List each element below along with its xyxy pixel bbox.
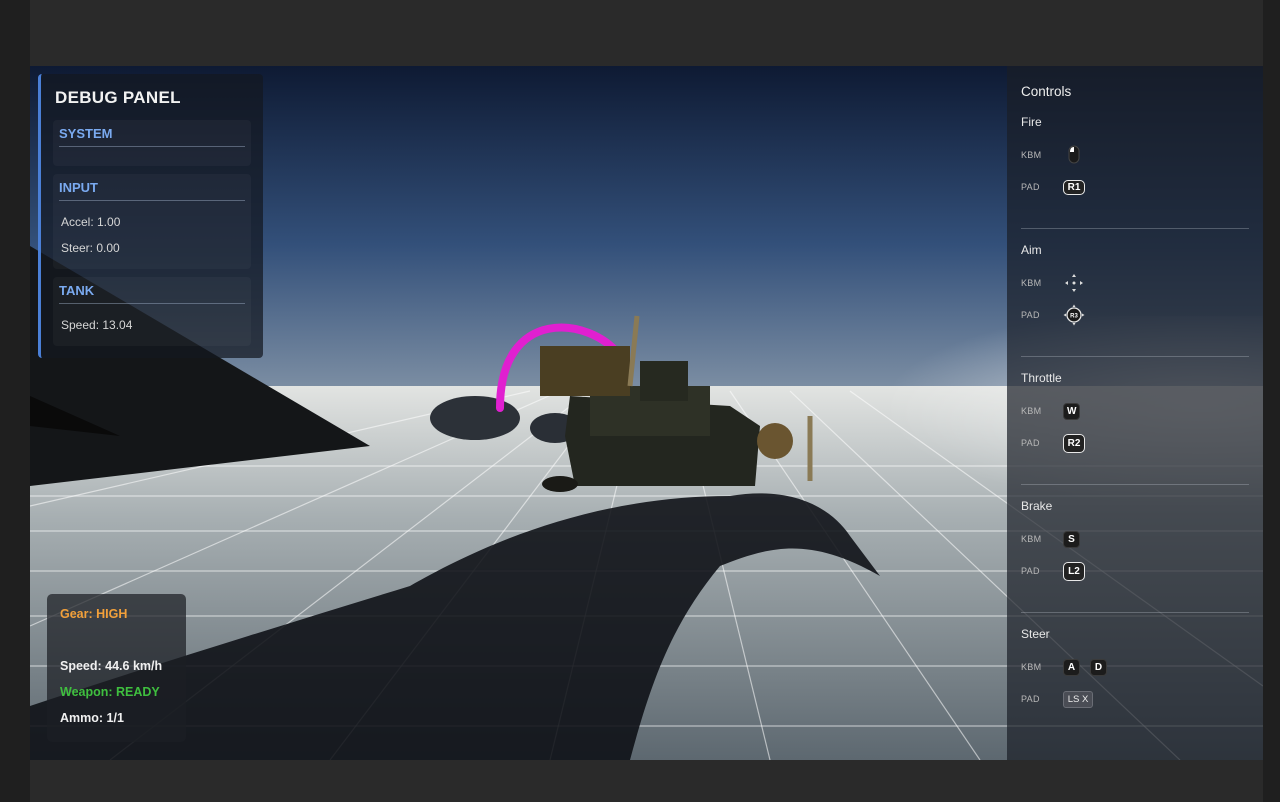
- control-name: Brake: [1021, 499, 1053, 513]
- device-label: KBM: [1021, 406, 1042, 416]
- binding-kbm: KBM S: [1021, 523, 1249, 555]
- speed-readout: Speed: 44.6 km/h: [60, 659, 163, 673]
- binding-kbm: KBM A D: [1021, 651, 1249, 683]
- control-throttle: Throttle KBM W PAD R2: [1021, 371, 1249, 485]
- binding-kbm: KBM: [1021, 139, 1249, 171]
- window-frame-left: [0, 0, 30, 802]
- dome-prop: [430, 396, 520, 440]
- device-label: PAD: [1021, 438, 1040, 448]
- pad-button-r1: R1: [1063, 179, 1085, 195]
- binding-pad: PAD L2: [1021, 555, 1249, 587]
- control-brake: Brake KBM S PAD L2: [1021, 499, 1249, 613]
- binding-kbm: KBM: [1021, 267, 1249, 299]
- left-stick-x-axis: LS X: [1063, 690, 1093, 708]
- binding-kbm: KBM W: [1021, 395, 1249, 427]
- binding-pad: PAD R1: [1021, 171, 1249, 203]
- control-aim: Aim KBM PAD R3: [1021, 243, 1249, 357]
- debug-panel: DEBUG PANEL SYSTEM INPUT Accel: 1.00 Ste…: [38, 74, 263, 358]
- device-label: KBM: [1021, 662, 1042, 672]
- ammo-readout: Ammo: 1/1: [60, 711, 124, 725]
- key-d: D: [1090, 658, 1107, 676]
- mouse-left-click-icon: [1068, 145, 1080, 164]
- gear-readout: Gear: HIGH: [60, 607, 128, 621]
- debug-section-title: INPUT: [59, 180, 245, 201]
- weapon-status: Weapon: READY: [60, 685, 160, 699]
- key-s: S: [1063, 530, 1080, 548]
- debug-section-title: SYSTEM: [59, 126, 245, 147]
- device-label: PAD: [1021, 566, 1040, 576]
- control-fire: Fire KBM PAD R1: [1021, 115, 1249, 229]
- device-label: KBM: [1021, 534, 1042, 544]
- binding-pad: PAD R2: [1021, 427, 1249, 459]
- debug-section-tank: TANK Speed: 13.04: [53, 277, 251, 346]
- key-w: W: [1063, 402, 1081, 420]
- binding-pad: PAD LS X: [1021, 683, 1249, 715]
- game-viewport[interactable]: DEBUG PANEL SYSTEM INPUT Accel: 1.00 Ste…: [30, 66, 1263, 760]
- device-label: PAD: [1021, 310, 1040, 320]
- binding-pad: PAD R3: [1021, 299, 1249, 331]
- debug-accel-value: Accel: 1.00: [61, 215, 121, 229]
- debug-speed-value: Speed: 13.04: [61, 318, 133, 332]
- r3-label: R3: [1070, 314, 1078, 320]
- window-frame-right: [1263, 0, 1280, 802]
- device-label: KBM: [1021, 278, 1042, 288]
- debug-section-input: INPUT Accel: 1.00 Steer: 0.00: [53, 174, 251, 269]
- controls-panel: Controls Fire KBM PAD R1 Aim KBM PAD R3 …: [1007, 66, 1263, 760]
- debug-section-title: TANK: [59, 283, 245, 304]
- vehicle-hud: Gear: HIGH Speed: 44.6 km/h Weapon: READ…: [47, 594, 186, 742]
- window-frame-bottom: [30, 760, 1263, 802]
- controls-title: Controls: [1021, 84, 1072, 99]
- device-label: PAD: [1021, 182, 1040, 192]
- control-name: Steer: [1021, 627, 1050, 641]
- control-name: Aim: [1021, 243, 1042, 257]
- debug-panel-title: DEBUG PANEL: [55, 88, 181, 107]
- right-stick-r3-icon: R3: [1063, 304, 1085, 326]
- mouse-move-icon: [1065, 274, 1083, 292]
- control-steer: Steer KBM A D PAD LS X: [1021, 627, 1249, 741]
- key-a: A: [1063, 658, 1080, 676]
- control-name: Fire: [1021, 115, 1042, 129]
- debug-section-system: SYSTEM: [53, 120, 251, 166]
- debug-steer-value: Steer: 0.00: [61, 241, 120, 255]
- pad-trigger-r2: R2: [1063, 433, 1085, 453]
- window-frame-top: [30, 0, 1263, 66]
- device-label: PAD: [1021, 694, 1040, 704]
- pad-trigger-l2: L2: [1063, 561, 1085, 581]
- control-name: Throttle: [1021, 371, 1062, 385]
- device-label: KBM: [1021, 150, 1042, 160]
